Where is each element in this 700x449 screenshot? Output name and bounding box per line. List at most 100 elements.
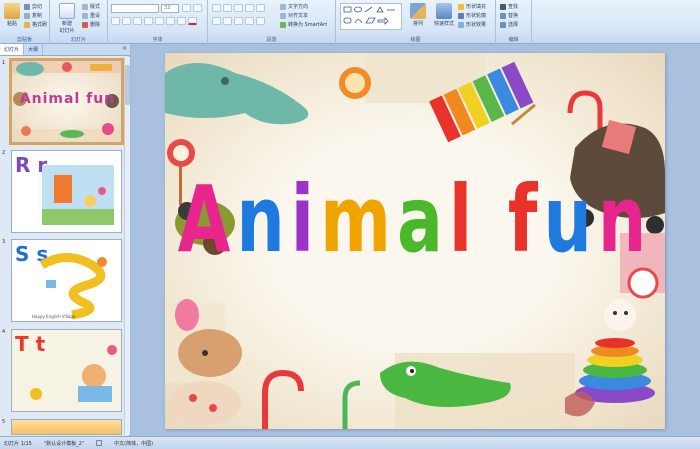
increase-indent-icon[interactable] bbox=[245, 4, 254, 12]
slide-title[interactable]: Animal fun bbox=[165, 167, 665, 274]
paragraph-group: 文字方向 对齐文本 转换为 SmartArt 段落 bbox=[208, 0, 336, 44]
tab-slides[interactable]: 幻灯片 bbox=[0, 44, 25, 55]
line-spacing-icon[interactable] bbox=[256, 4, 265, 12]
title-letter: n bbox=[597, 167, 653, 274]
panel-scroll-thumb[interactable] bbox=[125, 65, 130, 105]
ribbon: 粘贴 剪切 复制 格式刷 剪贴板 新建 幻灯片 版式 重设 删除 幻灯片 32 bbox=[0, 0, 700, 44]
slide-thumbnail-5[interactable] bbox=[11, 419, 122, 435]
slide-panel: 幻灯片 大纲 × 1 Animal fun 2 R r 3 S s Happy … bbox=[0, 44, 130, 436]
panel-tabs: 幻灯片 大纲 × bbox=[0, 44, 130, 56]
title-letter: f bbox=[507, 167, 544, 274]
arrange-icon bbox=[410, 3, 426, 19]
theme-name: "默认设计模板_2" bbox=[43, 440, 85, 447]
editing-group: 查找 替换 选择 编辑 bbox=[496, 0, 532, 44]
align-text-icon bbox=[280, 12, 286, 19]
shapes-gallery[interactable] bbox=[340, 3, 402, 30]
tab-outline[interactable]: 大纲 bbox=[24, 44, 44, 55]
decrease-indent-icon[interactable] bbox=[234, 4, 243, 12]
close-panel-icon[interactable]: × bbox=[119, 44, 130, 55]
font-color-icon[interactable] bbox=[188, 17, 197, 25]
shapes-icon bbox=[343, 6, 395, 25]
paste-icon bbox=[4, 3, 20, 19]
fill-icon bbox=[458, 3, 464, 10]
scissors-icon bbox=[24, 3, 30, 10]
slide-number: 4 bbox=[2, 329, 6, 335]
arrange-button[interactable]: 排列 bbox=[408, 3, 428, 27]
delete-button[interactable]: 删除 bbox=[82, 21, 100, 28]
smartart-button[interactable]: 转换为 SmartArt bbox=[280, 21, 327, 28]
thumbnail-title: Animal fun bbox=[19, 91, 116, 107]
effects-icon bbox=[458, 21, 464, 28]
outline-icon bbox=[458, 12, 464, 19]
columns-icon[interactable] bbox=[256, 17, 265, 25]
slide-workspace: Animal fun bbox=[131, 44, 700, 436]
font-size-field[interactable]: 32 bbox=[161, 4, 179, 13]
clipboard-group: 粘贴 剪切 复制 格式刷 剪贴板 bbox=[0, 0, 50, 44]
paste-button[interactable]: 粘贴 bbox=[2, 3, 22, 27]
paragraph-group-label: 段落 bbox=[266, 37, 277, 43]
quick-styles-icon bbox=[436, 3, 452, 19]
slide-thumbnail-1[interactable]: Animal fun bbox=[9, 58, 124, 145]
shape-outline-button[interactable]: 形状轮廓 bbox=[458, 12, 486, 19]
shape-effects-button[interactable]: 形状效果 bbox=[458, 21, 486, 28]
drawing-group-label: 绘图 bbox=[410, 37, 421, 43]
brush-icon bbox=[24, 21, 30, 28]
align-left-icon[interactable] bbox=[212, 17, 221, 25]
slide-thumbnail-3[interactable]: S s Happy English Village bbox=[11, 239, 122, 322]
slides-group: 新建 幻灯片 版式 重设 删除 幻灯片 bbox=[50, 0, 108, 44]
quick-styles-button[interactable]: 快速样式 bbox=[432, 3, 456, 27]
copy-icon bbox=[24, 12, 30, 19]
slide-number: 1 bbox=[2, 60, 6, 66]
text-direction-icon bbox=[280, 3, 286, 10]
editing-group-label: 编辑 bbox=[508, 37, 519, 43]
panel-scrollbar[interactable] bbox=[124, 57, 130, 435]
current-slide[interactable]: Animal fun bbox=[165, 53, 665, 429]
title-letter: l bbox=[448, 167, 479, 274]
grow-font-icon[interactable] bbox=[182, 4, 191, 12]
font-group: 32 字体 bbox=[108, 0, 208, 44]
cut-button[interactable]: 剪切 bbox=[24, 3, 42, 10]
slide-2-decorations bbox=[42, 165, 114, 225]
slide-number: 5 bbox=[2, 419, 6, 425]
replace-button[interactable]: 替换 bbox=[500, 12, 518, 19]
slide-thumbnail-4[interactable]: T t bbox=[11, 329, 122, 412]
align-text-button[interactable]: 对齐文本 bbox=[280, 12, 308, 19]
new-slide-button[interactable]: 新建 幻灯片 bbox=[56, 3, 78, 34]
slide-count: 幻灯片 1/15 bbox=[4, 440, 32, 447]
slides-group-label: 幻灯片 bbox=[70, 37, 86, 43]
font-size-buttons bbox=[182, 4, 202, 12]
title-letter: A bbox=[177, 167, 237, 274]
slide-thumbnail-2[interactable]: R r bbox=[11, 150, 122, 233]
underline-icon[interactable] bbox=[133, 17, 142, 25]
case-icon[interactable] bbox=[177, 17, 186, 25]
italic-icon[interactable] bbox=[122, 17, 131, 25]
slide-4-decorations bbox=[30, 345, 117, 402]
bold-icon[interactable] bbox=[111, 17, 120, 25]
slide-number: 3 bbox=[2, 239, 6, 245]
shadow-icon[interactable] bbox=[155, 17, 164, 25]
shrink-font-icon[interactable] bbox=[193, 4, 202, 12]
reset-icon bbox=[82, 12, 88, 19]
spellcheck-icon[interactable] bbox=[96, 440, 103, 446]
strikethrough-icon[interactable] bbox=[144, 17, 153, 25]
align-right-icon[interactable] bbox=[234, 17, 243, 25]
align-center-icon[interactable] bbox=[223, 17, 232, 25]
title-letter: n bbox=[236, 167, 291, 274]
reset-button[interactable]: 重设 bbox=[82, 12, 100, 19]
text-direction-button[interactable]: 文字方向 bbox=[280, 3, 308, 10]
font-name-field[interactable] bbox=[111, 4, 159, 13]
smartart-icon bbox=[280, 21, 286, 28]
numbering-icon[interactable] bbox=[223, 4, 232, 12]
font-style-buttons bbox=[111, 17, 197, 25]
bullets-icon[interactable] bbox=[212, 4, 221, 12]
select-button[interactable]: 选择 bbox=[500, 21, 518, 28]
format-painter-button[interactable]: 格式刷 bbox=[24, 21, 47, 28]
spacing-icon[interactable] bbox=[166, 17, 175, 25]
find-button[interactable]: 查找 bbox=[500, 3, 518, 10]
title-letter: i bbox=[290, 167, 321, 274]
justify-icon[interactable] bbox=[245, 17, 254, 25]
shape-fill-button[interactable]: 形状填充 bbox=[458, 3, 486, 10]
language[interactable]: 中文(简体，中国) bbox=[114, 440, 153, 447]
layout-button[interactable]: 版式 bbox=[82, 3, 100, 10]
copy-button[interactable]: 复制 bbox=[24, 12, 42, 19]
